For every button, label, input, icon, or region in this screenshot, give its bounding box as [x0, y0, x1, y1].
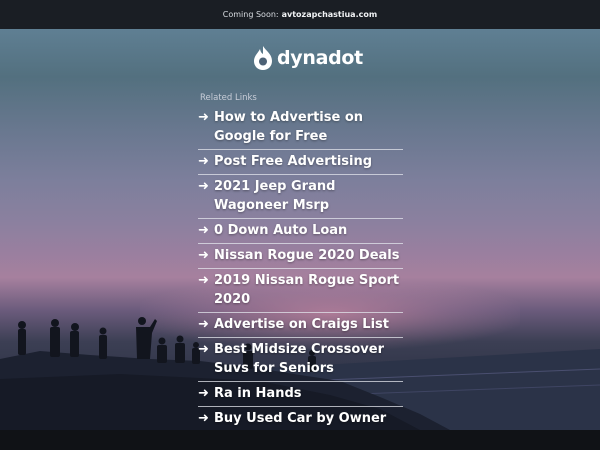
- list-item: ➜ Post Free Advertising: [198, 150, 403, 175]
- list-item: ➜ Best Midsize Crossover Suvs for Seniors: [198, 338, 403, 382]
- related-link[interactable]: How to Advertise on Google for Free: [214, 108, 403, 146]
- arrow-right-icon: ➜: [198, 386, 209, 401]
- arrow-right-icon: ➜: [198, 273, 209, 288]
- logo-text: dynadot: [277, 47, 363, 69]
- related-links-panel: Related Links ➜ How to Advertise on Googl…: [198, 93, 403, 431]
- list-item: ➜ 2019 Nissan Rogue Sport 2020: [198, 269, 403, 313]
- related-links-list: ➜ How to Advertise on Google for Free ➜ Po…: [198, 106, 403, 431]
- list-item: ➜ Nissan Rogue 2020 Deals: [198, 244, 403, 269]
- dynadot-logo[interactable]: dynadot: [253, 46, 363, 70]
- related-link[interactable]: 0 Down Auto Loan: [214, 221, 347, 240]
- arrow-right-icon: ➜: [198, 154, 209, 169]
- footer-bar: [0, 430, 600, 450]
- dynadot-flame-icon: [254, 46, 272, 70]
- arrow-right-icon: ➜: [198, 342, 209, 357]
- list-item: ➜ 0 Down Auto Loan: [198, 219, 403, 244]
- related-link[interactable]: 2021 Jeep Grand Wagoneer Msrp: [214, 177, 403, 215]
- domain-name: avtozapchastiua.com: [281, 10, 378, 19]
- related-link[interactable]: 2019 Nissan Rogue Sport 2020: [214, 271, 403, 309]
- arrow-right-icon: ➜: [198, 110, 209, 125]
- related-link[interactable]: Buy Used Car by Owner: [214, 409, 386, 428]
- arrow-right-icon: ➜: [198, 179, 209, 194]
- list-item: ➜ How to Advertise on Google for Free: [198, 106, 403, 150]
- related-link[interactable]: Advertise on Craigs List: [214, 315, 389, 334]
- coming-soon-label: Coming Soon:: [222, 10, 279, 19]
- related-link[interactable]: Nissan Rogue 2020 Deals: [214, 246, 400, 265]
- related-links-heading: Related Links: [200, 93, 257, 103]
- coming-soon-bar: Coming Soon: avtozapchastiua.com: [0, 0, 600, 29]
- list-item: ➜ Buy Used Car by Owner: [198, 407, 403, 431]
- list-item: ➜ Ra in Hands: [198, 382, 403, 407]
- related-link[interactable]: Post Free Advertising: [214, 152, 372, 171]
- arrow-right-icon: ➜: [198, 317, 209, 332]
- arrow-right-icon: ➜: [198, 248, 209, 263]
- list-item: ➜ 2021 Jeep Grand Wagoneer Msrp: [198, 175, 403, 219]
- arrow-right-icon: ➜: [198, 411, 209, 426]
- list-item: ➜ Advertise on Craigs List: [198, 313, 403, 338]
- arrow-right-icon: ➜: [198, 223, 209, 238]
- related-link[interactable]: Ra in Hands: [214, 384, 302, 403]
- related-link[interactable]: Best Midsize Crossover Suvs for Seniors: [214, 340, 403, 378]
